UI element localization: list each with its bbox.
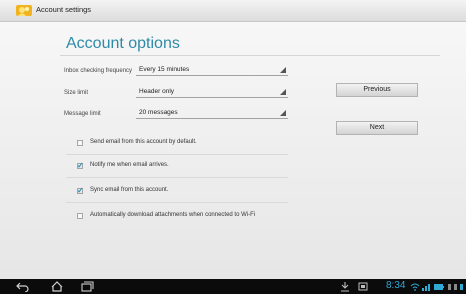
status-indicators — [410, 283, 463, 291]
recent-apps-icon[interactable] — [80, 281, 94, 292]
auto-download-row[interactable]: Automatically download attachments when … — [66, 206, 306, 228]
size-limit-value: Header only — [139, 88, 175, 95]
send-default-row[interactable]: Send email from this account by default. — [66, 133, 288, 155]
battery-icon — [434, 284, 444, 290]
notify-checkbox[interactable]: ✓ — [77, 161, 84, 170]
window-title: Account settings — [36, 5, 92, 14]
dropdown-arrow-icon — [280, 110, 286, 116]
auto-download-label: Automatically download attachments when … — [90, 212, 256, 218]
notify-row[interactable]: ✓ Notify me when email arrives. — [66, 156, 288, 178]
inbox-frequency-label: Inbox checking frequency — [64, 68, 133, 74]
row-divider — [66, 202, 288, 203]
size-limit-select[interactable]: Header only — [136, 87, 288, 98]
home-icon[interactable] — [50, 281, 64, 292]
notify-label: Notify me when email arrives. — [90, 162, 169, 168]
checkmark-icon: ✓ — [77, 161, 84, 170]
message-limit-label: Message limit — [64, 111, 101, 117]
previous-button[interactable]: Previous — [336, 83, 418, 97]
system-nav-bar: 8:34 — [0, 279, 466, 294]
message-limit-value: 20 messages — [139, 109, 178, 116]
message-limit-select[interactable]: 20 messages — [136, 108, 288, 119]
sync-checkbox[interactable]: ✓ — [77, 186, 84, 195]
send-default-checkbox[interactable] — [77, 140, 83, 146]
send-default-label: Send email from this account by default. — [90, 139, 197, 145]
row-divider — [66, 154, 288, 155]
dropdown-arrow-icon — [280, 89, 286, 95]
signal-icon — [422, 284, 430, 291]
checkmark-icon: ✓ — [77, 186, 84, 195]
size-limit-label: Size limit — [64, 90, 89, 96]
row-divider — [66, 177, 288, 178]
status-clock: 8:34 — [386, 280, 406, 291]
screenshot-icon — [358, 282, 368, 291]
page-title: Account options — [66, 35, 180, 52]
sync-label: Sync email from this account. — [90, 187, 169, 193]
back-icon[interactable] — [16, 281, 30, 292]
dropdown-arrow-icon — [280, 67, 286, 73]
title-divider — [60, 55, 440, 56]
inbox-frequency-select[interactable]: Every 15 minutes — [136, 65, 288, 76]
title-bar: Account settings — [0, 0, 466, 22]
auto-download-checkbox[interactable] — [77, 213, 83, 219]
next-button[interactable]: Next — [336, 121, 418, 135]
sync-row[interactable]: ✓ Sync email from this account. — [66, 181, 288, 203]
account-icon — [16, 5, 32, 16]
inbox-frequency-value: Every 15 minutes — [139, 66, 190, 73]
download-icon — [341, 282, 349, 292]
wifi-icon — [410, 283, 420, 291]
settings-panel: Account options Inbox checking frequency… — [0, 22, 466, 279]
